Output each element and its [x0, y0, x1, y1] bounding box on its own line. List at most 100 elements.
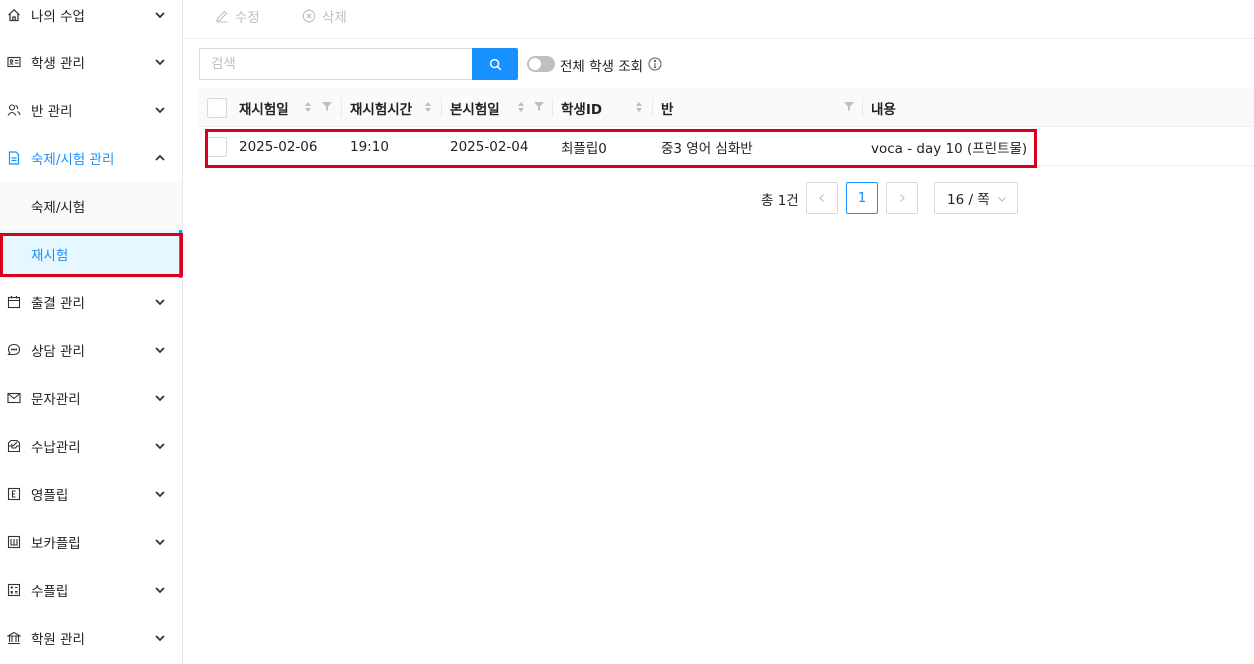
select-all-checkbox[interactable] [207, 98, 227, 118]
column-header-main-exam-date[interactable]: 본시험일 [450, 88, 500, 127]
table-row[interactable]: 2025-02-06 19:10 2025-02-04 최플립0 중3 영어 심… [199, 127, 1254, 166]
app: 나의 수업 학생 관리 반 관리 숙제/시험 관리 숙제/시험 재시험 출결 관… [0, 0, 1254, 664]
sidebar-item-label: 수플립 [31, 584, 69, 600]
sidebar-subitem-homework-exam[interactable]: 숙제/시험 [0, 182, 182, 230]
calendar-icon [6, 294, 22, 310]
search-input[interactable] [199, 48, 473, 80]
sidebar-subitem-label: 숙제/시험 [31, 200, 86, 216]
chevron-down-icon [155, 299, 165, 306]
sidebar-item-label: 학생 관리 [31, 56, 85, 72]
delete-button[interactable]: 삭제 [302, 6, 347, 26]
filter-icon[interactable] [322, 101, 332, 112]
chevron-down-icon [998, 197, 1006, 202]
column-header-content: 내용 [871, 101, 896, 118]
chevron-down-icon [155, 443, 165, 450]
column-divider [552, 98, 553, 117]
sidebar-item-payment[interactable]: 수납관리 [0, 422, 182, 470]
sidebar-item-students[interactable]: 학생 관리 [0, 38, 182, 86]
sidebar-item-label: 반 관리 [31, 104, 73, 120]
mail-icon [6, 390, 22, 406]
sidebar-item-label: 문자관리 [31, 392, 81, 408]
cell-student-id: 최플립0 [561, 140, 607, 157]
sidebar-item-label: 수납관리 [31, 440, 81, 456]
chevron-down-icon [155, 635, 165, 642]
column-header-retest-date[interactable]: 재시험일 [239, 88, 289, 127]
sidebar-item-label: 출결 관리 [31, 296, 85, 312]
calculator-icon [6, 582, 22, 598]
column-divider [341, 98, 342, 117]
sidebar-subitem-label: 재시험 [31, 248, 69, 264]
sidebar-item-math-flip[interactable]: 수플립 [0, 566, 182, 614]
column-divider [652, 98, 653, 117]
sort-icon[interactable] [517, 101, 525, 113]
row-checkbox[interactable] [207, 137, 227, 157]
sidebar-item-homework-exam[interactable]: 숙제/시험 관리 [0, 134, 182, 182]
cell-main-exam-date: 2025-02-04 [450, 138, 529, 155]
column-header-retest-time[interactable]: 재시험시간 [350, 88, 412, 127]
chevron-down-icon [155, 59, 165, 66]
filter-icon[interactable] [534, 101, 544, 112]
page-size-select[interactable]: 16 / 쪽 [934, 182, 1018, 214]
sidebar-item-label: 숙제/시험 관리 [31, 152, 115, 168]
sidebar-item-academy[interactable]: 학원 관리 [0, 614, 182, 662]
sort-icon[interactable] [424, 101, 432, 113]
sidebar-item-voca-flip[interactable]: 보카플립 [0, 518, 182, 566]
chevron-down-icon [155, 12, 165, 19]
chevron-down-icon [155, 107, 165, 114]
sidebar-item-label: 영플립 [31, 488, 69, 504]
column-header-class[interactable]: 반 [661, 88, 673, 127]
chevron-down-icon [155, 395, 165, 402]
bank-icon [6, 630, 22, 646]
sort-icon[interactable] [635, 101, 643, 113]
table-header: 재시험일 재시험시간 본시험일 학생ID 반 내용 [199, 88, 1254, 127]
prev-page-button[interactable] [806, 182, 838, 214]
chat-icon [6, 342, 22, 358]
sidebar: 나의 수업 학생 관리 반 관리 숙제/시험 관리 숙제/시험 재시험 출결 관… [0, 0, 183, 664]
sidebar-item-classes[interactable]: 반 관리 [0, 86, 182, 134]
column-divider [441, 98, 442, 117]
chevron-up-icon [155, 154, 165, 161]
sidebar-item-my-class[interactable]: 나의 수업 [0, 0, 182, 39]
next-page-button[interactable] [886, 182, 918, 214]
search-icon [489, 58, 501, 70]
info-icon[interactable] [648, 57, 662, 71]
document-icon [6, 150, 22, 166]
all-students-toggle[interactable] [527, 56, 555, 72]
chevron-right-icon [900, 194, 905, 202]
sidebar-item-label: 보카플립 [31, 536, 81, 552]
total-count: 총 1건 [761, 193, 799, 209]
column-divider [862, 98, 863, 117]
filter-icon[interactable] [844, 101, 854, 112]
toggle-knob [529, 58, 541, 70]
sidebar-item-counseling[interactable]: 상담 관리 [0, 326, 182, 374]
delete-label: 삭제 [322, 10, 347, 26]
sidebar-item-label: 상담 관리 [31, 344, 85, 360]
edit-button[interactable]: 수정 [215, 6, 260, 26]
sidebar-subitem-retest[interactable]: 재시험 [0, 230, 182, 278]
chevron-left-icon [819, 194, 824, 202]
pencil-icon [216, 10, 228, 23]
page-button-current[interactable]: 1 [846, 182, 878, 214]
cell-class: 중3 영어 심화반 [661, 140, 753, 157]
page-size-value: 16 / 쪽 [947, 192, 990, 208]
sidebar-item-young-flip[interactable]: 영플립 [0, 470, 182, 518]
sidebar-item-sms[interactable]: 문자관리 [0, 374, 182, 422]
id-card-icon [6, 54, 22, 70]
cell-retest-time: 19:10 [350, 138, 389, 155]
cell-retest-date: 2025-02-06 [239, 138, 318, 155]
sort-icon[interactable] [304, 101, 312, 113]
edit-label: 수정 [235, 10, 260, 26]
chevron-down-icon [155, 587, 165, 594]
sidebar-item-label: 나의 수업 [31, 9, 85, 25]
close-circle-icon [302, 9, 316, 23]
search-button[interactable] [472, 48, 518, 80]
home-icon [6, 7, 22, 23]
chevron-down-icon [155, 491, 165, 498]
cell-content: voca - day 10 (프린트물) [871, 140, 1028, 157]
chevron-down-icon [155, 347, 165, 354]
toolbar: 수정 삭제 [184, 0, 1254, 39]
sidebar-item-attendance[interactable]: 출결 관리 [0, 278, 182, 326]
column-header-student-id[interactable]: 학생ID [561, 88, 602, 127]
users-icon [6, 102, 22, 118]
w-box-icon [6, 534, 22, 550]
